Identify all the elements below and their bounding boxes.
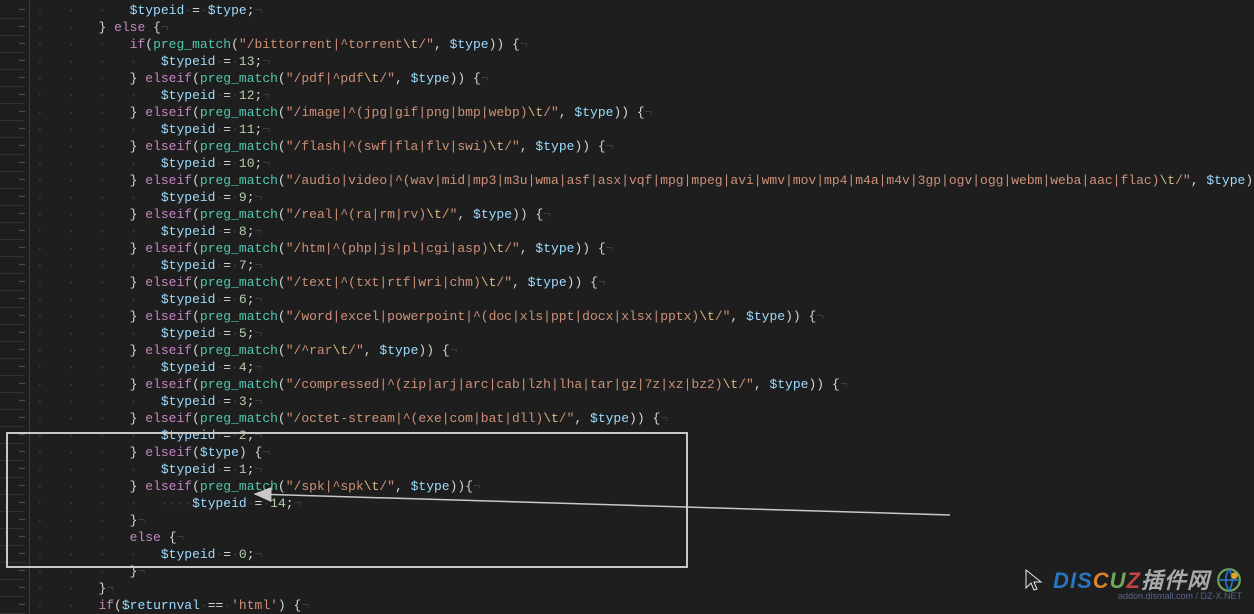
code-line[interactable]: · · · · $typeid·=·5;¬ [36, 325, 1254, 342]
gutter-line: — [0, 155, 25, 172]
watermark-sub: addon.dismall.com / DZ-X.NET [1118, 588, 1242, 605]
gutter-line: — [0, 240, 25, 257]
gutter-line: — [0, 308, 25, 325]
code-line[interactable]: · · · · $typeid·=·10;¬ [36, 155, 1254, 172]
code-line[interactable]: · · · · $typeid·=·1;¬ [36, 461, 1254, 478]
cursor-icon [1023, 568, 1047, 592]
code-line[interactable]: · · · · $typeid·=·6;¬ [36, 291, 1254, 308]
gutter-line: — [0, 53, 25, 70]
gutter-line: — [0, 274, 25, 291]
gutter-line: — [0, 478, 25, 495]
code-line[interactable]: · · if($returnval·==·'html') {¬ [36, 597, 1254, 614]
gutter-line: — [0, 291, 25, 308]
code-editor[interactable]: ———————————————————————————————————— · ·… [0, 0, 1254, 614]
gutter-line: — [0, 546, 25, 563]
code-line[interactable]: · · · } elseif(preg_match("/pdf|^pdf\t/"… [36, 70, 1254, 87]
code-line[interactable]: · · · } elseif(preg_match("/image|^(jpg|… [36, 104, 1254, 121]
gutter-line: — [0, 87, 25, 104]
gutter-line: — [0, 121, 25, 138]
watermark-text: DISCUZ插件网 [1053, 572, 1210, 589]
code-line[interactable]: · · · · $typeid·=·7;¬ [36, 257, 1254, 274]
gutter-line: — [0, 138, 25, 155]
gutter-line: — [0, 529, 25, 546]
code-line[interactable]: · · · · $typeid·=·4;¬ [36, 359, 1254, 376]
code-line[interactable]: · · · } elseif(preg_match("/octet-stream… [36, 410, 1254, 427]
code-line[interactable]: · · · } elseif(preg_match("/htm|^(php|js… [36, 240, 1254, 257]
gutter-line: — [0, 427, 25, 444]
gutter-line: — [0, 172, 25, 189]
code-line[interactable]: · · · } elseif(preg_match("/flash|^(swf|… [36, 138, 1254, 155]
gutter-line: — [0, 495, 25, 512]
code-line[interactable]: · · · · $typeid·=·13;¬ [36, 53, 1254, 70]
code-line[interactable]: · · · · $typeid·=·8;¬ [36, 223, 1254, 240]
code-line[interactable]: · · · } elseif(preg_match("/^rar\t/", $t… [36, 342, 1254, 359]
code-line[interactable]: · · · } elseif(preg_match("/text|^(txt|r… [36, 274, 1254, 291]
gutter-line: — [0, 597, 25, 614]
gutter-line: — [0, 19, 25, 36]
code-line[interactable]: · · · · $typeid·=·0;¬ [36, 546, 1254, 563]
gutter-line: — [0, 563, 25, 580]
code-area[interactable]: · · · $typeid·=·$type;¬· · } else {¬· · … [36, 2, 1254, 614]
gutter-line: — [0, 461, 25, 478]
code-line[interactable]: · · · $typeid·=·$type;¬ [36, 2, 1254, 19]
gutter-line: — [0, 342, 25, 359]
code-line[interactable]: · · · else {¬ [36, 529, 1254, 546]
code-line[interactable]: · · · } elseif($type) {¬ [36, 444, 1254, 461]
code-line[interactable]: · · } else {¬ [36, 19, 1254, 36]
gutter-line: — [0, 70, 25, 87]
code-line[interactable]: · · · } elseif(preg_match("/real|^(ra|rm… [36, 206, 1254, 223]
gutter-line: — [0, 257, 25, 274]
code-line[interactable]: · · · if(preg_match("/bittorrent|^torren… [36, 36, 1254, 53]
gutter-line: — [0, 359, 25, 376]
code-line[interactable]: · · · } elseif(preg_match("/spk|^spk\t/"… [36, 478, 1254, 495]
gutter-line: — [0, 2, 25, 19]
gutter-line: — [0, 393, 25, 410]
code-line[interactable]: · · · } elseif(preg_match("/word|excel|p… [36, 308, 1254, 325]
gutter-line: — [0, 325, 25, 342]
code-line[interactable]: · · · } elseif(preg_match("/compressed|^… [36, 376, 1254, 393]
code-line[interactable]: · · · · $typeid·=·11;¬ [36, 121, 1254, 138]
code-line[interactable]: · · · · $typeid·=·2;¬ [36, 427, 1254, 444]
code-line[interactable]: · · · · $typeid·=·3;¬ [36, 393, 1254, 410]
gutter-line: — [0, 580, 25, 597]
line-gutter: ———————————————————————————————————— [0, 0, 30, 614]
code-line[interactable]: · · · }¬ [36, 512, 1254, 529]
gutter-line: — [0, 512, 25, 529]
code-line[interactable]: · · · · $typeid·=·9;¬ [36, 189, 1254, 206]
gutter-line: — [0, 206, 25, 223]
gutter-line: — [0, 189, 25, 206]
gutter-line: — [0, 223, 25, 240]
gutter-line: — [0, 104, 25, 121]
gutter-line: — [0, 444, 25, 461]
gutter-line: — [0, 36, 25, 53]
gutter-line: — [0, 410, 25, 427]
code-line[interactable]: · · · · $typeid·=·12;¬ [36, 87, 1254, 104]
gutter-line: — [0, 376, 25, 393]
code-line[interactable]: · · · } elseif(preg_match("/audio|video|… [36, 172, 1254, 189]
code-line[interactable]: · · · · ····$typeid·=·14;¬ [36, 495, 1254, 512]
